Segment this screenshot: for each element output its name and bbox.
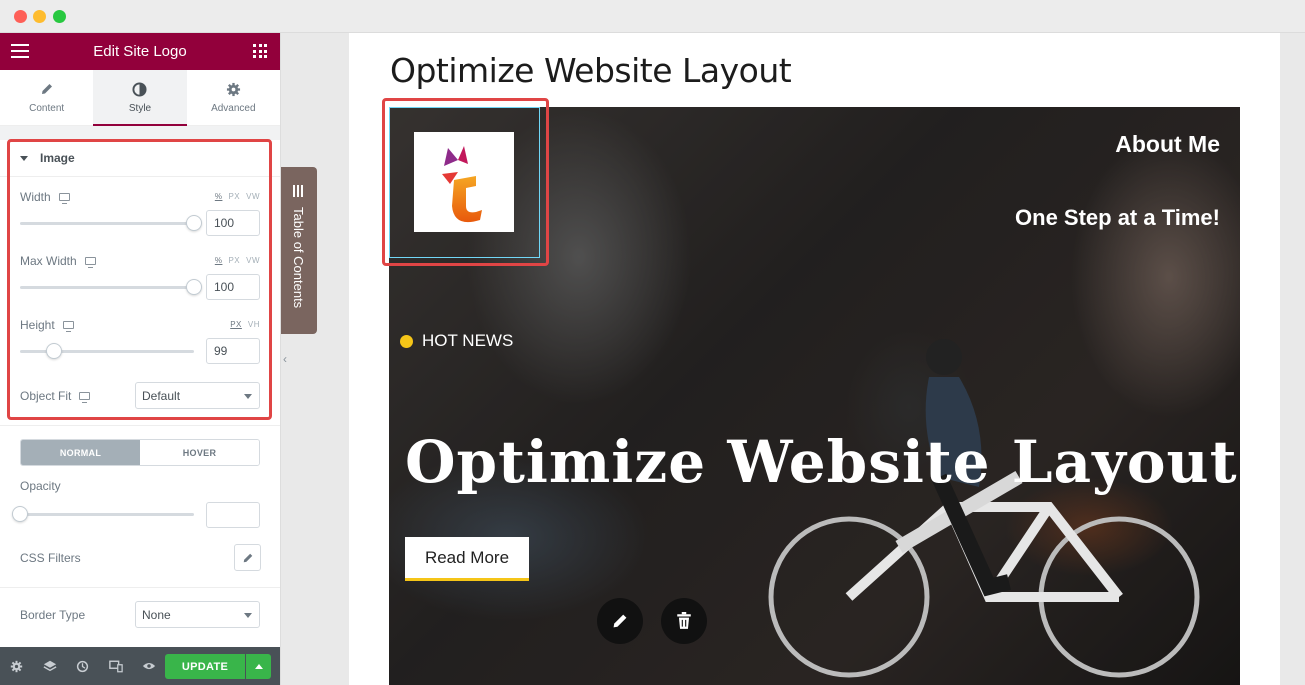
trash-icon: [677, 612, 691, 629]
opacity-label: Opacity: [20, 479, 61, 493]
normal-tab[interactable]: NORMAL: [21, 440, 140, 465]
tab-content[interactable]: Content: [0, 70, 93, 125]
opacity-label-row: Opacity: [20, 479, 260, 493]
pencil-icon: [243, 553, 252, 562]
tab-style[interactable]: Style: [93, 70, 187, 126]
page-title: Optimize Website Layout: [390, 51, 792, 90]
window-titlebar: [0, 0, 1305, 33]
hot-news-text: HOT NEWS: [422, 331, 514, 350]
border-type-label-row: Border Type: [20, 608, 85, 622]
contrast-icon: [132, 81, 148, 98]
css-filters-label: CSS Filters: [20, 551, 81, 565]
border-type-select[interactable]: None: [135, 601, 260, 628]
tab-style-label: Style: [128, 102, 152, 114]
state-toggle: NORMAL HOVER: [20, 439, 260, 466]
opacity-control: Opacity: [12, 479, 260, 529]
border-type-value: None: [142, 608, 171, 622]
hot-news-dot-icon: [400, 334, 413, 348]
history-icon[interactable]: [66, 647, 99, 685]
page-preview: Optimize Website Layout About Me One Ste…: [349, 33, 1280, 685]
panel-title: Edit Site Logo: [93, 43, 187, 60]
opacity-input[interactable]: [206, 502, 260, 528]
highlight-logo: [382, 98, 549, 266]
panel-footer: UPDATE: [0, 647, 280, 685]
close-window-button[interactable]: [14, 10, 27, 23]
widgets-grid-icon[interactable]: [253, 44, 267, 58]
pencil-icon: [40, 82, 54, 98]
delete-button[interactable]: [661, 598, 707, 644]
tab-advanced[interactable]: Advanced: [187, 70, 280, 125]
cyclist-illustration: [768, 339, 1200, 678]
gear-icon: [226, 82, 241, 98]
editor-panel: Edit Site Logo Content Style Advanced Im…: [0, 33, 281, 685]
hot-news-label: HOT NEWS: [400, 331, 513, 351]
divider: [0, 425, 280, 426]
responsive-mode-icon[interactable]: [99, 647, 132, 685]
opacity-slider-track[interactable]: [20, 513, 194, 516]
chevron-down-icon: [244, 613, 252, 618]
css-filters-label-row: CSS Filters: [20, 551, 81, 565]
layers-icon[interactable]: [33, 647, 66, 685]
update-options-button[interactable]: [246, 654, 271, 679]
toc-label: Table of Contents: [291, 207, 306, 309]
read-more-button[interactable]: Read More: [405, 537, 529, 581]
maximize-window-button[interactable]: [53, 10, 66, 23]
tagline: One Step at a Time!: [1015, 205, 1220, 230]
panel-tabs: Content Style Advanced: [0, 70, 280, 126]
tab-content-label: Content: [29, 102, 65, 114]
hover-tab[interactable]: HOVER: [140, 440, 259, 465]
tab-advanced-label: Advanced: [211, 102, 256, 114]
settings-gear-icon[interactable]: [0, 647, 33, 685]
divider: [0, 587, 280, 588]
panel-gap: [0, 126, 280, 140]
preview-eye-icon[interactable]: [132, 647, 165, 685]
menu-icon[interactable]: [11, 44, 29, 58]
panel-header: Edit Site Logo: [0, 33, 280, 70]
minimize-window-button[interactable]: [33, 10, 46, 23]
caret-up-icon: [254, 664, 263, 669]
about-me-link[interactable]: About Me: [1115, 131, 1220, 158]
css-filters-edit-button[interactable]: [234, 544, 261, 571]
highlight-image-section: [7, 139, 272, 420]
update-button[interactable]: UPDATE: [165, 654, 245, 679]
css-filters-control: CSS Filters: [20, 550, 260, 577]
collapse-panel-icon[interactable]: ‹: [283, 352, 287, 366]
pencil-icon: [613, 614, 627, 628]
hero-title: Optimize Website Layout: [405, 428, 1238, 496]
edit-button[interactable]: [597, 598, 643, 644]
table-of-contents-tab[interactable]: Table of Contents: [281, 167, 317, 334]
border-type-control: Border Type None: [20, 601, 260, 631]
list-icon: [293, 185, 305, 197]
opacity-slider-thumb[interactable]: [12, 506, 28, 522]
border-type-label: Border Type: [20, 608, 86, 622]
